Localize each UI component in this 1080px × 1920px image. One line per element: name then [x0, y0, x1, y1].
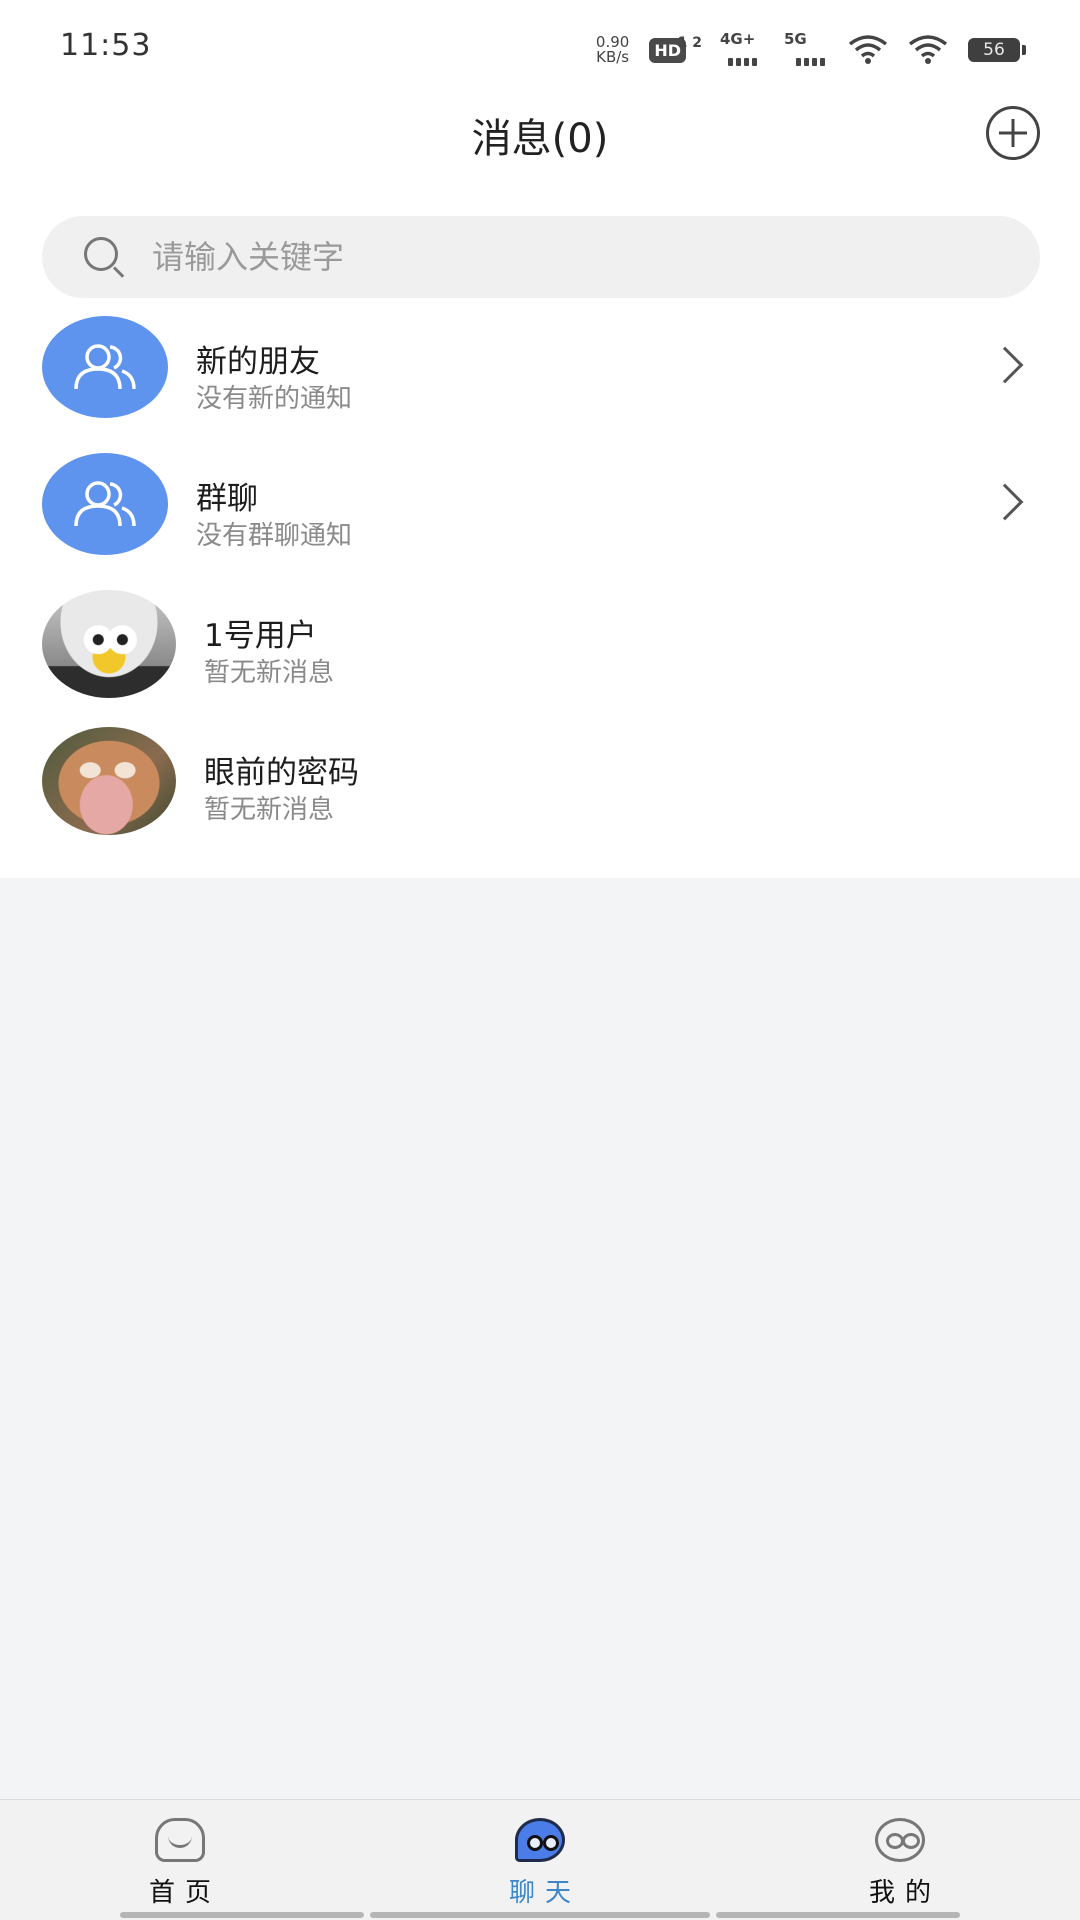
tab-profile[interactable]: 我的	[720, 1800, 1080, 1920]
list-item-user-1[interactable]: 1号用户 暂无新消息	[0, 584, 1080, 721]
chat-screen: 11:53 0.90 KB/s HD 1 2 4G+ 5G 56 消息(0) 请…	[0, 0, 1080, 1920]
group-icon	[42, 453, 168, 555]
signal-4g-icon: 4G+	[720, 30, 764, 66]
tab-home-label: 首页	[148, 1878, 221, 1908]
list-item-new-friends[interactable]: 新的朋友 没有新的通知	[0, 310, 1080, 447]
list-item-title: 眼前的密码	[204, 755, 359, 791]
search-bar[interactable]	[42, 216, 1040, 298]
status-bar: 11:53 0.90 KB/s HD 1 2 4G+ 5G 56	[0, 0, 1080, 92]
hd-sim-label: 1 2	[677, 34, 702, 51]
battery-level: 56	[983, 40, 1005, 60]
avatar	[42, 590, 176, 698]
wifi-plus-icon	[848, 35, 888, 64]
tab-indicator	[120, 1912, 364, 1918]
list-item-title: 群聊	[196, 481, 258, 517]
signal-4g-label: 4G+	[720, 30, 756, 48]
header-bar: 消息(0)	[0, 92, 1080, 212]
chevron-right-icon	[986, 346, 1024, 384]
group-icon	[42, 316, 168, 418]
list-item-title: 1号用户	[204, 618, 317, 654]
tab-chat[interactable]: 聊天	[360, 1800, 720, 1920]
hd-voice-icon: HD 1 2	[649, 36, 702, 63]
network-speed: 0.90 KB/s	[596, 35, 629, 65]
message-list-panel: 新的朋友 没有新的通知 群聊 没有群聊通知	[0, 212, 1080, 878]
home-icon	[155, 1818, 205, 1862]
list-item-subtitle: 暂无新消息	[204, 658, 335, 688]
network-speed-unit: KB/s	[596, 48, 630, 66]
list-item-subtitle: 没有群聊通知	[196, 521, 353, 551]
signal-5g-label: 5G	[784, 30, 807, 48]
chat-icon	[515, 1818, 565, 1862]
conversation-list: 新的朋友 没有新的通知 群聊 没有群聊通知 1号用户 暂无新消息 眼前的密码 暂…	[0, 310, 1080, 858]
list-item-group-chat[interactable]: 群聊 没有群聊通知	[0, 447, 1080, 584]
tab-indicator	[716, 1912, 960, 1918]
chevron-right-icon	[986, 483, 1024, 521]
wifi-icon	[908, 35, 948, 64]
tab-indicator	[370, 1912, 710, 1918]
plus-circle-icon[interactable]	[986, 106, 1040, 160]
page-title: 消息(0)	[471, 116, 609, 162]
profile-icon	[875, 1818, 925, 1862]
bottom-nav: 首页 聊天 我的	[0, 1799, 1080, 1920]
list-item-subtitle: 暂无新消息	[204, 795, 335, 825]
avatar	[42, 727, 176, 835]
list-item-title: 新的朋友	[196, 344, 320, 380]
signal-5g-icon: 5G	[784, 30, 828, 66]
list-item-subtitle: 没有新的通知	[196, 384, 353, 414]
battery-icon: 56	[968, 38, 1026, 62]
status-icons: 0.90 KB/s HD 1 2 4G+ 5G 56	[596, 30, 1026, 70]
list-item-user-2[interactable]: 眼前的密码 暂无新消息	[0, 721, 1080, 858]
tab-home[interactable]: 首页	[0, 1800, 360, 1920]
search-input[interactable]	[152, 238, 952, 276]
tab-profile-label: 我的	[868, 1878, 941, 1908]
search-icon	[82, 235, 126, 279]
tab-chat-label: 聊天	[508, 1878, 581, 1908]
status-time: 11:53	[60, 28, 152, 63]
